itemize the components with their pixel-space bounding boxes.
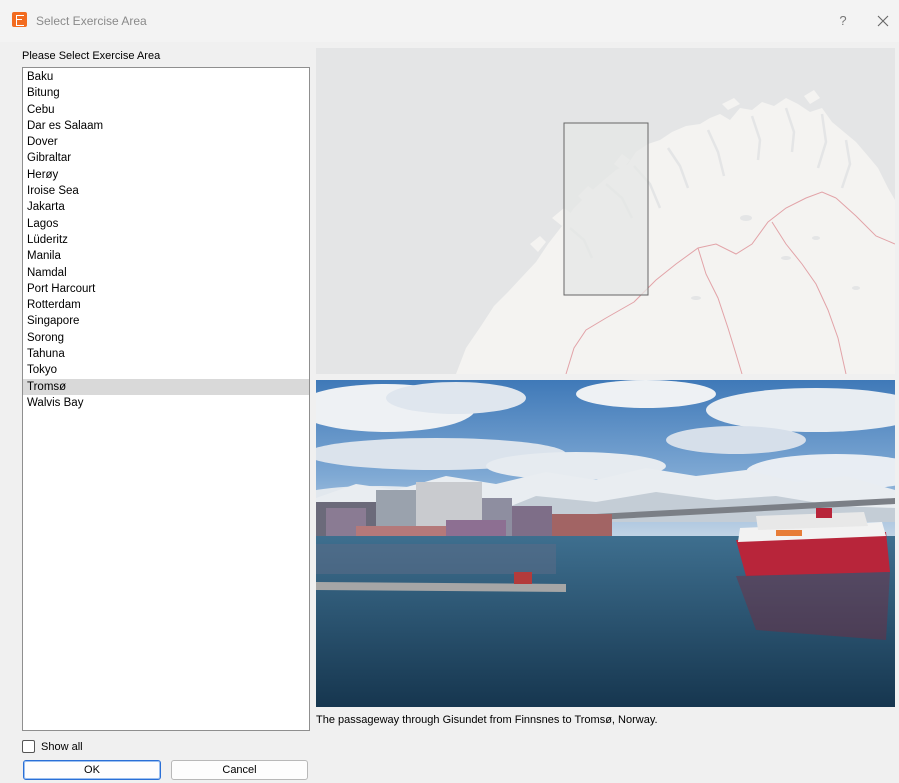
list-item[interactable]: Tromsø (23, 378, 309, 395)
title-bar: Select Exercise Area ? (0, 0, 899, 42)
show-all-checkbox[interactable] (22, 740, 35, 753)
photo-svg (316, 380, 895, 707)
list-item[interactable]: Dover (23, 134, 309, 150)
map-preview (316, 48, 895, 374)
app-icon (12, 12, 27, 27)
ok-button[interactable]: OK (23, 760, 161, 780)
selected-area-box[interactable] (563, 122, 649, 296)
list-item[interactable]: Baku (23, 69, 309, 85)
pier-hut (514, 572, 532, 584)
list-item[interactable]: Gibraltar (23, 150, 309, 166)
list-item[interactable]: Rotterdam (23, 297, 309, 313)
map-svg (316, 48, 895, 374)
area-photo (316, 380, 895, 707)
town-reflection (316, 544, 556, 574)
cancel-button[interactable]: Cancel (171, 760, 308, 780)
list-label: Please Select Exercise Area (22, 50, 161, 62)
list-item[interactable]: Port Harcourt (23, 281, 309, 297)
list-item[interactable]: Singapore (23, 313, 309, 329)
close-button[interactable] (872, 10, 894, 32)
list-item[interactable]: Dar es Salaam (23, 118, 309, 134)
list-item[interactable]: Walvis Bay (23, 395, 309, 411)
help-button[interactable]: ? (832, 10, 854, 32)
exercise-area-list[interactable]: Baku Bitung Cebu Dar es Salaam Dover Gibralta… (22, 67, 310, 731)
list-item[interactable]: Tokyo (23, 362, 309, 378)
list-item[interactable]: Iroise Sea (23, 183, 309, 199)
close-icon (877, 15, 889, 27)
show-all-label: Show all (41, 740, 83, 753)
list-item[interactable]: Lagos (23, 216, 309, 232)
window-title: Select Exercise Area (36, 14, 147, 28)
show-all-toggle[interactable]: Show all (22, 739, 83, 754)
list-item[interactable]: Lüderitz (23, 232, 309, 248)
list-item[interactable]: Cebu (23, 102, 309, 118)
photo-caption: The passageway through Gisundet from Fin… (316, 714, 658, 726)
ship (736, 508, 890, 640)
list-item[interactable]: Namdal (23, 265, 309, 281)
list-item[interactable]: Manila (23, 248, 309, 264)
list-item[interactable]: Sorong (23, 330, 309, 346)
list-items: Baku Bitung Cebu Dar es Salaam Dover Gibralta… (23, 68, 309, 411)
list-item[interactable]: Tahuna (23, 346, 309, 362)
list-item[interactable]: Herøy (23, 167, 309, 183)
list-item[interactable]: Bitung (23, 85, 309, 101)
list-item[interactable]: Jakarta (23, 199, 309, 215)
